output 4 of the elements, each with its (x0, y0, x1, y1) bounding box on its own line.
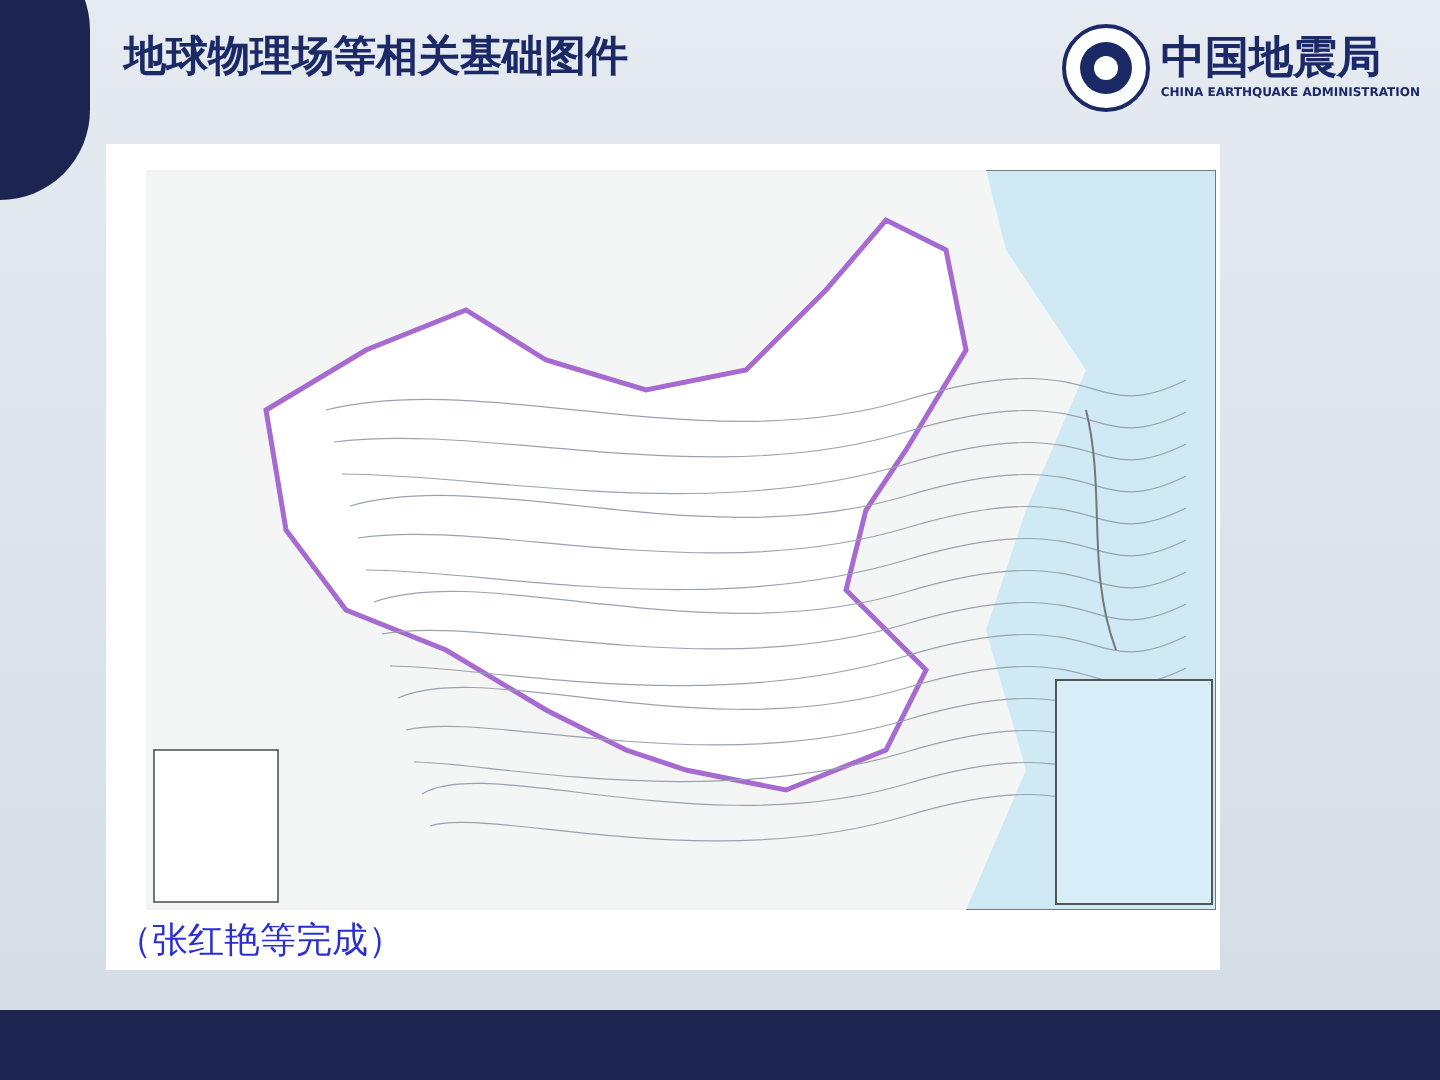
caption: （张红艳等完成） (116, 918, 406, 966)
logo-name: 中国地震局 (1160, 34, 1383, 86)
emblem-icon (1060, 22, 1153, 114)
slide-title: 地球物理场等相关基础图件 (124, 30, 628, 85)
